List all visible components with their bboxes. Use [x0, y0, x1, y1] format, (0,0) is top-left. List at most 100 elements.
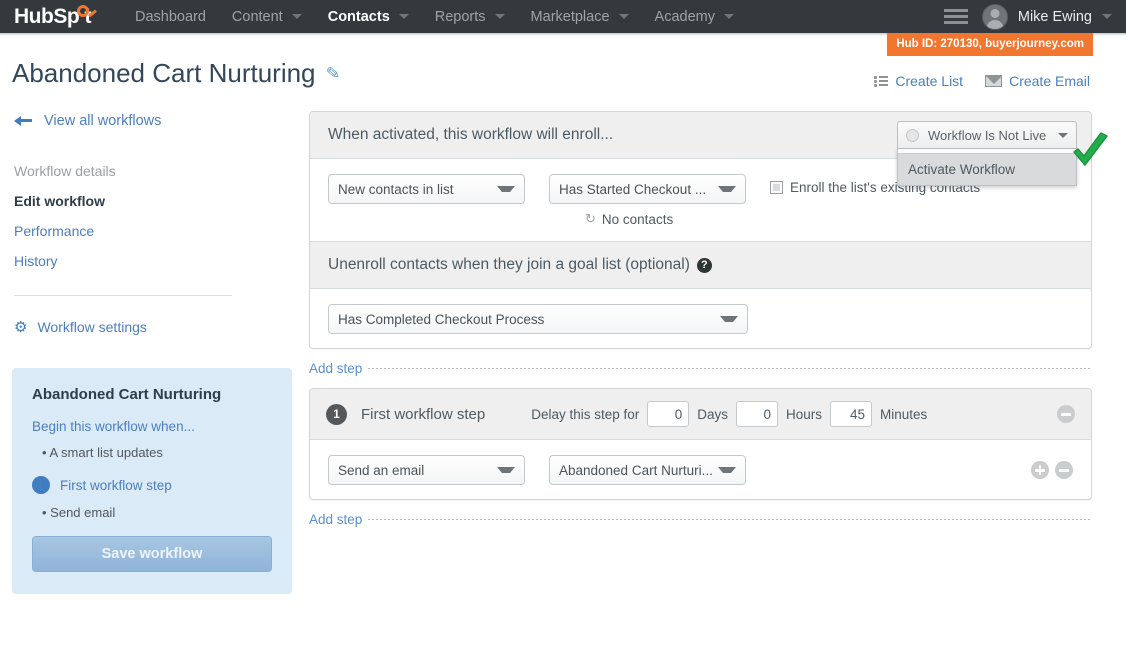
enrollment-header-text: When activated, this workflow will enrol… [328, 126, 614, 143]
top-navigation-bar: HubSp t Dashboard Content Contacts Repor… [0, 0, 1126, 36]
existing-contacts-checkbox[interactable] [770, 181, 783, 194]
logo-sprocket-icon [77, 5, 89, 17]
step-title: First workflow step [361, 405, 486, 423]
help-icon[interactable]: ? [696, 257, 712, 273]
list-icon [874, 75, 889, 87]
sidebar-item-history[interactable]: History [14, 253, 300, 269]
nav-item-contacts[interactable]: Contacts [320, 5, 417, 29]
chevron-down-icon [1058, 132, 1068, 138]
create-email-label: Create Email [1009, 73, 1090, 89]
create-list-button[interactable]: Create List [874, 73, 963, 89]
delay-hours-input[interactable] [736, 401, 779, 427]
add-step-link[interactable]: Add step [309, 361, 362, 376]
enrollment-type-select[interactable]: New contacts in list [328, 174, 525, 204]
main-content: When activated, this workflow will enrol… [309, 111, 1108, 539]
hamburger-menu-icon[interactable] [940, 5, 972, 28]
sidebar-item-workflow-settings[interactable]: ⚙ Workflow settings [14, 319, 300, 335]
step-number-badge: 1 [326, 403, 347, 425]
nav-right-group: Mike Ewing [940, 3, 1112, 30]
mail-icon [985, 75, 1003, 87]
edit-pencil-icon[interactable]: ✎ [325, 63, 341, 84]
sidebar-item-view-all-workflows[interactable]: View all workflows [0, 108, 300, 134]
add-step-bottom: Add step [309, 512, 1092, 527]
workflow-summary-panel: Abandoned Cart Nurturing Begin this work… [12, 368, 292, 594]
chevron-down-icon [398, 14, 409, 19]
delay-label: Delay this step for [531, 406, 640, 422]
nav-label: Academy [654, 8, 715, 25]
nav-label: Reports [434, 8, 486, 25]
goal-list-select[interactable]: Has Completed Checkout Process [328, 304, 748, 334]
arrow-left-icon [14, 115, 32, 127]
summary-step-row[interactable]: 1 First workflow step [32, 476, 272, 494]
sidebar-item-edit-workflow[interactable]: Edit workflow [14, 193, 300, 209]
step-number-badge: 1 [32, 476, 50, 494]
create-list-label: Create List [895, 73, 964, 89]
days-unit-label: Days [697, 406, 729, 422]
nav-item-marketplace[interactable]: Marketplace [523, 5, 637, 29]
nav-label: Dashboard [134, 8, 206, 25]
nav-item-academy[interactable]: Academy [647, 5, 742, 29]
hours-unit-label: Hours [786, 406, 823, 422]
nav-label: Contacts [327, 8, 390, 25]
sidebar-section-label: Workflow details [14, 163, 116, 179]
contacts-count-row: ↻ No contacts [585, 211, 746, 227]
delay-days-input[interactable] [647, 401, 690, 427]
enrollment-list-select[interactable]: Has Started Checkout ... [549, 174, 746, 204]
workflow-status-dropdown: Workflow Is Not Live Activate Workflow [897, 121, 1108, 186]
refresh-icon[interactable]: ↻ [585, 211, 596, 227]
add-step-top: Add step [309, 361, 1092, 376]
workflow-status-select[interactable]: Workflow Is Not Live [897, 121, 1077, 149]
step-action-select[interactable]: Send an email [328, 455, 525, 485]
create-email-button[interactable]: Create Email [985, 73, 1090, 89]
page-title-text: Abandoned Cart Nurturing [12, 58, 316, 88]
nav-label: Marketplace [530, 8, 610, 25]
sidebar-item-label: History [14, 253, 58, 269]
enrollment-card: When activated, this workflow will enrol… [309, 111, 1108, 349]
menu-item-label: Activate Workflow [908, 162, 1016, 177]
nav-item-reports[interactable]: Reports [427, 5, 513, 29]
nav-item-dashboard[interactable]: Dashboard [127, 5, 214, 29]
remove-action-button[interactable] [1055, 461, 1073, 479]
enrollment-card-header: When activated, this workflow will enrol… [310, 112, 1108, 186]
sidebar-item-performance[interactable]: Performance [14, 223, 300, 239]
dotted-divider [368, 519, 1092, 520]
step-email-select[interactable]: Abandoned Cart Nurturi... [549, 455, 746, 485]
green-checkmark-annotation [1073, 132, 1108, 166]
chevron-down-icon [723, 14, 734, 19]
add-action-button[interactable] [1031, 461, 1049, 479]
summary-begin-label[interactable]: Begin this workflow when... [32, 419, 272, 434]
chevron-down-icon [718, 186, 736, 192]
chevron-down-icon [618, 14, 629, 19]
delay-minutes-input[interactable] [830, 401, 873, 427]
remove-step-button[interactable] [1057, 405, 1075, 423]
workflow-step-card: 1 First workflow step Delay this step fo… [309, 388, 1092, 500]
goal-header-text: Unenroll contacts when they join a goal … [328, 256, 690, 273]
step-body: Send an email Abandoned Cart Nurturi... [310, 440, 1091, 499]
chevron-down-icon [494, 14, 505, 19]
nav-item-content[interactable]: Content [224, 5, 310, 29]
workflow-status-menu: Activate Workflow [897, 149, 1077, 186]
goal-card-header: Unenroll contacts when they join a goal … [310, 241, 1091, 289]
delay-controls: Delay this step for Days Hours Minutes [531, 401, 927, 427]
summary-title: Abandoned Cart Nurturing [32, 386, 222, 403]
username-label: Mike Ewing [1017, 8, 1092, 25]
header-actions: Create List Create Email [874, 73, 1090, 89]
hubspot-logo[interactable]: HubSp t [14, 5, 91, 27]
save-workflow-button[interactable]: Save workflow [32, 536, 272, 572]
step-header: 1 First workflow step Delay this step fo… [310, 389, 1091, 440]
enrollment-type-value: New contacts in list [338, 181, 454, 197]
sidebar: View all workflows Workflow details Edit… [0, 108, 300, 335]
sidebar-divider [14, 295, 232, 296]
chevron-down-icon [497, 467, 515, 473]
step-action-row: Send an email Abandoned Cart Nurturi... [328, 455, 1073, 485]
chevron-down-icon[interactable] [1102, 14, 1112, 19]
minutes-unit-label: Minutes [880, 406, 928, 422]
nav-label: Content [231, 8, 283, 25]
avatar[interactable] [981, 3, 1008, 30]
contacts-count-label: No contacts [601, 211, 674, 227]
menu-item-activate-workflow[interactable]: Activate Workflow [898, 154, 1076, 185]
add-step-link[interactable]: Add step [309, 512, 362, 527]
chevron-down-icon [291, 14, 302, 19]
hub-id-tooltip: Hub ID: 270130, buyerjourney.com [887, 33, 1093, 56]
summary-step-bullet: • Send email [42, 505, 116, 520]
